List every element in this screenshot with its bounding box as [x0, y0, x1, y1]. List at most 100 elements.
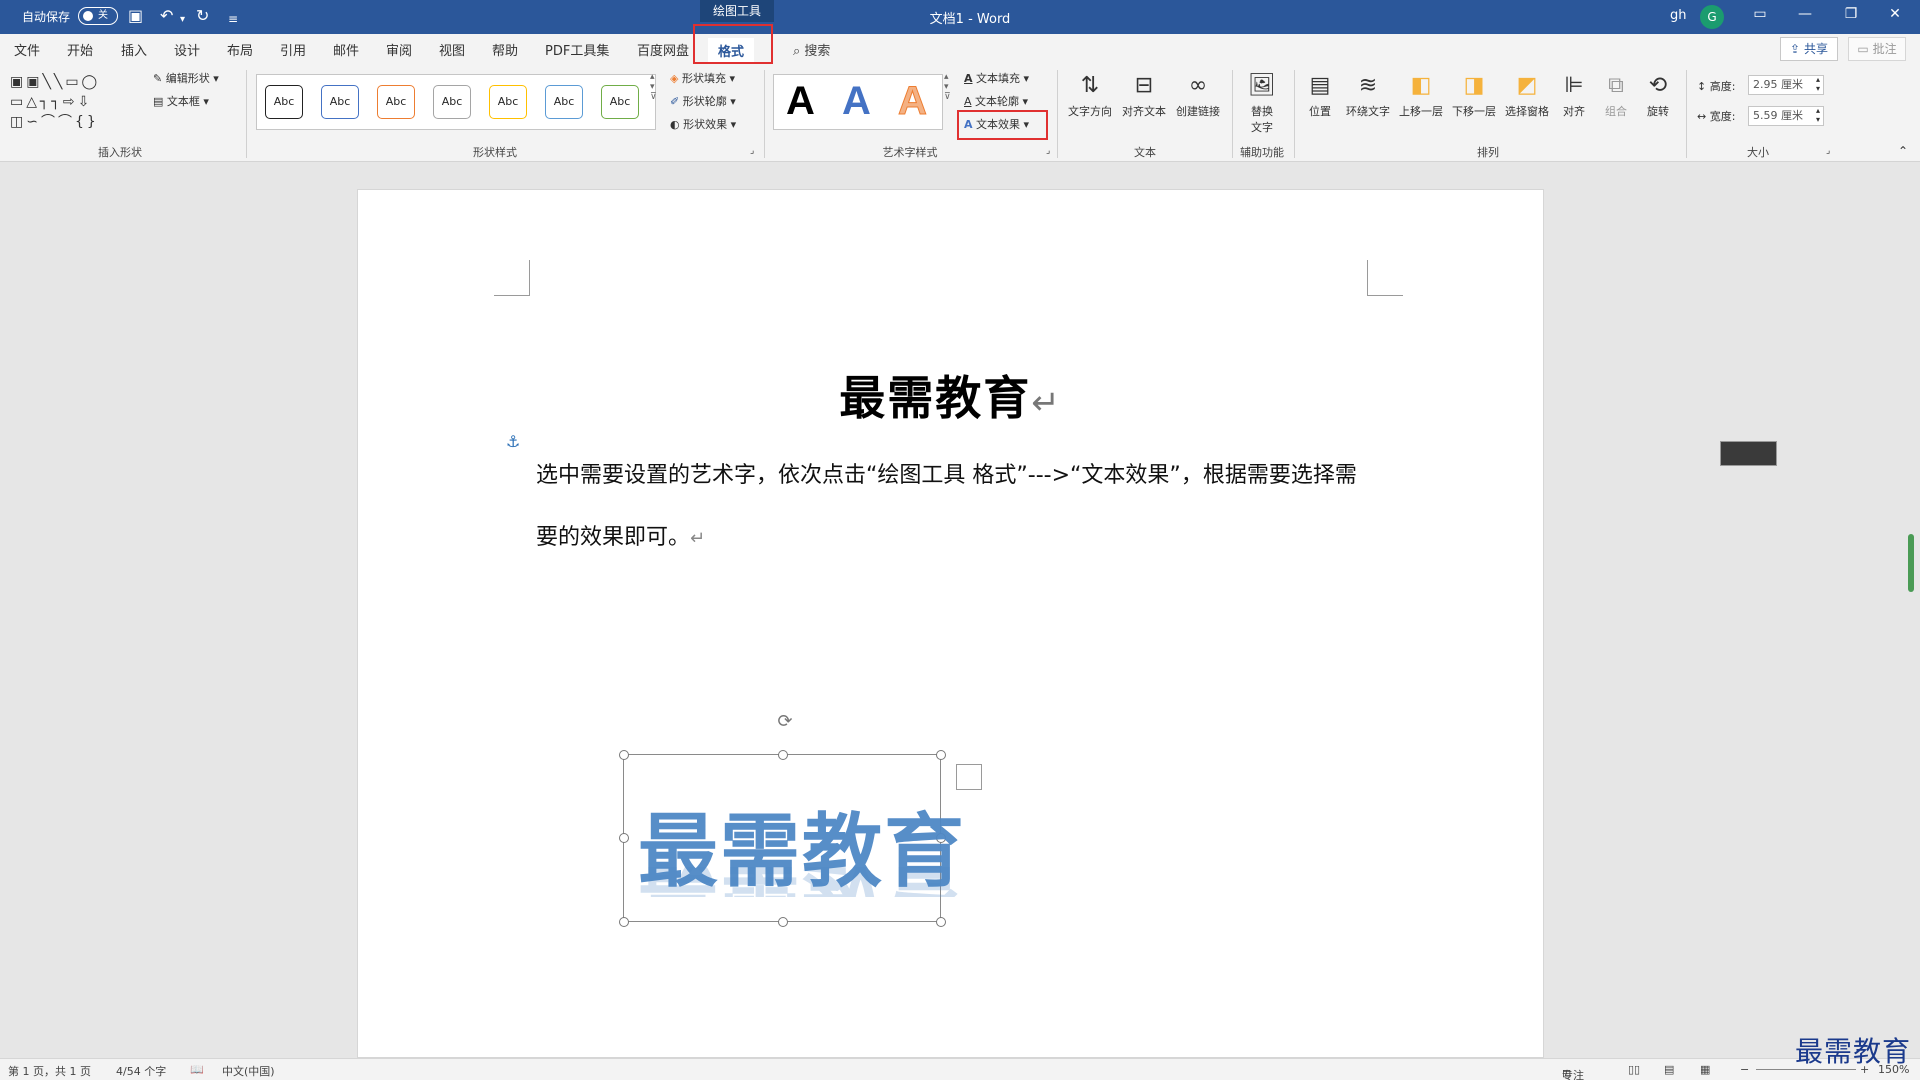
rotate-button[interactable]: ⟲ 旋转: [1630, 72, 1686, 119]
align-text-button[interactable]: ⊟ 对齐文本: [1116, 72, 1172, 119]
share-button[interactable]: ⇪ 共享: [1780, 37, 1838, 61]
text-fill-label: 文本填充: [976, 72, 1021, 85]
autosave-toggle[interactable]: 关: [78, 7, 118, 25]
tab-insert[interactable]: 插入: [121, 40, 147, 59]
wordart-style-orange[interactable]: A: [898, 79, 928, 124]
text-effects-highlight: [957, 110, 1048, 140]
text-direction-button[interactable]: ⇅ 文字方向: [1062, 72, 1118, 119]
dialog-launcher-icon[interactable]: ⌟: [750, 146, 754, 156]
resize-handle[interactable]: [619, 750, 629, 760]
share-icon: ⇪: [1790, 42, 1801, 56]
dialog-launcher-icon[interactable]: ⌟: [1046, 146, 1050, 156]
paragraph-mark-icon: ↵: [690, 528, 706, 549]
save-icon[interactable]: ▣: [128, 6, 143, 26]
height-input[interactable]: 2.95 厘米: [1748, 75, 1824, 95]
resize-handle[interactable]: [778, 750, 788, 760]
body-paragraph[interactable]: 选中需要设置的艺术字，依次点击“绘图工具 格式”--->“文本效果”，根据需要选…: [536, 445, 1366, 570]
align-text-label: 对齐文本: [1122, 105, 1166, 118]
tab-view[interactable]: 视图: [439, 40, 465, 59]
height-spinner[interactable]: ▴ ▾: [1816, 75, 1820, 93]
rotate-handle-icon[interactable]: ⟳: [774, 711, 796, 733]
rotate-icon: ⟲: [1648, 73, 1668, 98]
tab-home[interactable]: 开始: [67, 40, 93, 59]
gallery-scroll-icon[interactable]: ▴ ▾ ⊽: [650, 72, 657, 102]
web-layout-icon[interactable]: ▦: [1700, 1063, 1710, 1076]
resize-handle[interactable]: [936, 917, 946, 927]
tab-file[interactable]: 文件: [14, 40, 40, 59]
minimize-icon[interactable]: —: [1790, 6, 1820, 22]
shape-effects-button[interactable]: ◐ 形状效果 ▾: [670, 116, 736, 132]
page-count[interactable]: 第 1 页，共 1 页: [8, 1063, 91, 1079]
proofing-icon[interactable]: 📖: [190, 1063, 204, 1076]
bring-forward-button[interactable]: ◧ 上移一层: [1393, 72, 1449, 119]
tab-references[interactable]: 引用: [280, 40, 306, 59]
document-area[interactable]: 最需教育↵ ⚓ 选中需要设置的艺术字，依次点击“绘图工具 格式”--->“文本效…: [0, 162, 1920, 1058]
textbox-button[interactable]: ▤ 文本框 ▾: [153, 93, 209, 109]
language[interactable]: 中文(中国): [222, 1063, 275, 1079]
document-heading[interactable]: 最需教育↵: [358, 362, 1543, 428]
tab-mailings[interactable]: 邮件: [333, 40, 359, 59]
redo-icon[interactable]: ↻: [196, 6, 209, 26]
ribbon-display-icon[interactable]: ▭: [1745, 6, 1775, 22]
text-fill-button[interactable]: A 文本填充 ▾: [964, 70, 1029, 86]
resize-handle[interactable]: [619, 917, 629, 927]
wrap-text-button[interactable]: ≋ 环绕文字: [1340, 72, 1396, 119]
wordart-style-blue[interactable]: A: [842, 79, 871, 124]
selection-pane-label: 选择窗格: [1505, 105, 1549, 118]
wordart-textbox[interactable]: ⟳ 最需教育 最需教育: [619, 711, 966, 927]
shape-styles-gallery[interactable]: Abc Abc Abc Abc Abc Abc Abc: [256, 74, 656, 130]
tab-baidu-netdisk[interactable]: 百度网盘: [637, 40, 689, 59]
comment-button[interactable]: ▭ 批注: [1848, 37, 1906, 61]
tab-pdf-tools[interactable]: PDF工具集: [545, 40, 609, 59]
dialog-launcher-icon[interactable]: ⌟: [1826, 146, 1830, 156]
collapse-ribbon-icon[interactable]: ⌃: [1898, 144, 1908, 158]
shape-fill-button[interactable]: ◈ 形状填充 ▾: [670, 70, 735, 86]
shapes-gallery[interactable]: ▣▣╲╲▭◯ ▭△┐┐⇨⇩ ◫∽⌒⌒{}: [10, 72, 140, 136]
zoom-out-icon[interactable]: −: [1740, 1063, 1749, 1076]
wordart-styles-gallery[interactable]: A A A: [773, 74, 943, 130]
shape-style-swatch[interactable]: Abc: [433, 85, 471, 119]
print-layout-icon[interactable]: ▤: [1664, 1063, 1674, 1076]
layout-options-icon[interactable]: [956, 764, 982, 790]
word-count[interactable]: 4/54 个字: [116, 1063, 166, 1079]
edit-shape-button[interactable]: ✎ 编辑形状 ▾: [153, 70, 219, 86]
alt-text-button[interactable]: 🖼 替换 文字: [1234, 72, 1290, 135]
tab-help[interactable]: 帮助: [492, 40, 518, 59]
close-icon[interactable]: ✕: [1880, 6, 1910, 22]
width-spinner[interactable]: ▴ ▾: [1816, 106, 1820, 124]
wordart-style-black[interactable]: A: [786, 79, 815, 124]
restore-icon[interactable]: ❐: [1836, 6, 1866, 22]
undo-icon[interactable]: ↶: [160, 6, 173, 26]
read-mode-icon[interactable]: ▯▯: [1628, 1063, 1640, 1076]
avatar[interactable]: G: [1700, 5, 1724, 29]
document-page[interactable]: 最需教育↵ ⚓ 选中需要设置的艺术字，依次点击“绘图工具 格式”--->“文本效…: [357, 189, 1544, 1058]
resize-handle[interactable]: [936, 750, 946, 760]
customize-qat-icon[interactable]: ≡: [228, 9, 238, 29]
shape-style-swatch[interactable]: Abc: [545, 85, 583, 119]
ime-toolbar-icon[interactable]: [1720, 441, 1777, 466]
shape-outline-button[interactable]: ✐ 形状轮廓 ▾: [670, 93, 736, 109]
width-row: ↔ 宽度:: [1697, 108, 1735, 124]
resize-handle[interactable]: [619, 833, 629, 843]
shape-style-swatch[interactable]: Abc: [489, 85, 527, 119]
resize-handle[interactable]: [778, 917, 788, 927]
alt-text-label-2: 文字: [1251, 121, 1273, 134]
tab-review[interactable]: 审阅: [386, 40, 412, 59]
shape-style-swatch[interactable]: Abc: [321, 85, 359, 119]
search-box[interactable]: ⌕ 搜索: [793, 40, 830, 59]
tab-layout[interactable]: 布局: [227, 40, 253, 59]
shape-style-swatch[interactable]: Abc: [265, 85, 303, 119]
arrange-group-label: 排列: [1477, 146, 1499, 159]
send-backward-button[interactable]: ◨ 下移一层: [1446, 72, 1502, 119]
shape-style-swatch[interactable]: Abc: [601, 85, 639, 119]
shape-style-swatch[interactable]: Abc: [377, 85, 415, 119]
undo-dropdown-icon[interactable]: ▾: [180, 10, 185, 30]
gallery-scroll-icon[interactable]: ▴ ▾ ⊽: [944, 72, 951, 102]
tab-design[interactable]: 设计: [174, 40, 200, 59]
send-backward-icon: ◨: [1463, 73, 1485, 98]
create-link-button[interactable]: ∞ 创建链接: [1170, 72, 1226, 119]
text-outline-button[interactable]: A 文本轮廓 ▾: [964, 93, 1028, 109]
width-input[interactable]: 5.59 厘米: [1748, 106, 1824, 126]
watermark: 最需教育: [1795, 1035, 1912, 1068]
scrollbar-thumb[interactable]: [1908, 534, 1914, 592]
